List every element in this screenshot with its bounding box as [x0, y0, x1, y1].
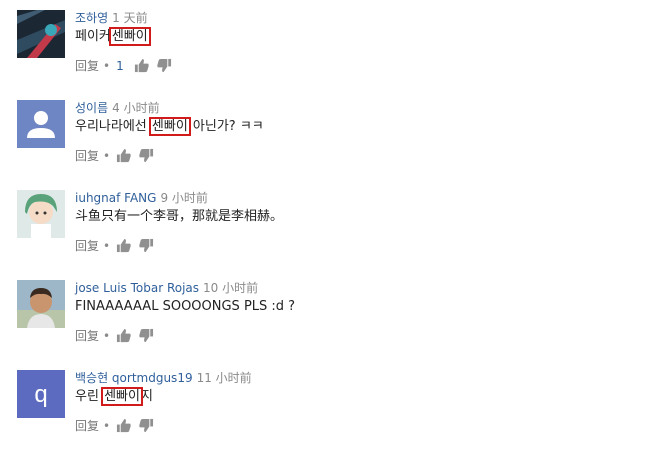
comment-meta: iuhgnaf FANG 9 小时前 [75, 190, 208, 206]
comment-meta: 조하영 1 天前 [75, 10, 148, 26]
comment-actions: 回复 • [75, 326, 162, 344]
like-count: 1 [116, 58, 124, 73]
author-name[interactable]: 성이름 [75, 101, 108, 115]
separator-dot: • [103, 148, 111, 163]
reply-button[interactable]: 回复 [75, 417, 99, 435]
thumbs-down-icon[interactable] [139, 328, 154, 343]
avatar[interactable] [17, 100, 65, 148]
comment-item: q 백승현 qortmdgus19 11 小时前 우린 센빠이지 回复 • [0, 370, 669, 460]
comment-meta: 백승현 qortmdgus19 11 小时前 [75, 370, 252, 386]
author-name[interactable]: iuhgnaf FANG [75, 191, 156, 205]
timestamp[interactable]: 10 小时前 [203, 281, 258, 295]
comment-text-part: 斗鱼只有一个李哥，那就是李相赫。 [75, 209, 284, 224]
timestamp[interactable]: 11 小时前 [197, 371, 252, 385]
comment-text: 페이커센빠이 [75, 27, 151, 46]
author-name[interactable]: 백승현 qortmdgus19 [75, 371, 193, 385]
separator-dot: • [103, 328, 111, 343]
separator-dot: • [103, 418, 111, 433]
comment-text-part: FINAAAAAAL SOOOONGS PLS :d ? [75, 299, 296, 314]
reply-button[interactable]: 回复 [75, 57, 99, 75]
comment-text-part: 지 [140, 389, 153, 404]
comment-text-part: 아닌가? ㅋㅋ [188, 119, 264, 134]
comment-meta: 성이름 4 小时前 [75, 100, 160, 116]
comment-actions: 回复 • 1 [75, 56, 180, 74]
comment-actions: 回复 • [75, 146, 162, 164]
thumbs-up-icon[interactable] [134, 58, 149, 73]
thumbs-down-icon[interactable] [139, 418, 154, 433]
timestamp[interactable]: 1 天前 [112, 11, 147, 25]
reply-button[interactable]: 回复 [75, 237, 99, 255]
highlighted-word: 센빠이 [148, 117, 191, 136]
comment-text: 우린 센빠이지 [75, 387, 153, 406]
highlighted-word: 센빠이 [101, 387, 143, 406]
author-name[interactable]: 조하영 [75, 11, 108, 25]
thumbs-down-icon[interactable] [139, 238, 154, 253]
comment-item: jose Luis Tobar Rojas 10 小时前 FINAAAAAAL S… [0, 280, 669, 370]
highlighted-word: 센빠이 [108, 27, 151, 46]
avatar[interactable]: q [17, 370, 65, 418]
thumbs-up-icon[interactable] [116, 328, 131, 343]
avatar[interactable] [17, 10, 65, 58]
thumbs-down-icon[interactable] [157, 58, 172, 73]
comment-actions: 回复 • [75, 416, 162, 434]
timestamp[interactable]: 4 小时前 [112, 101, 159, 115]
comment-text: 우리나라에선 센빠이 아닌가? ㅋㅋ [75, 117, 264, 136]
thumbs-up-icon[interactable] [116, 418, 131, 433]
comment-text: 斗鱼只有一个李哥，那就是李相赫。 [75, 208, 283, 226]
comment-item: 성이름 4 小时前 우리나라에선 센빠이 아닌가? ㅋㅋ 回复 • [0, 100, 669, 190]
avatar-letter: q [34, 381, 47, 408]
comment-text-part: 우리나라에선 [75, 119, 151, 134]
avatar[interactable] [17, 190, 65, 238]
thumbs-up-icon[interactable] [116, 148, 131, 163]
comment-text-part: 페이커 [75, 29, 111, 44]
reply-button[interactable]: 回复 [75, 147, 99, 165]
reply-button[interactable]: 回复 [75, 327, 99, 345]
timestamp[interactable]: 9 小时前 [160, 191, 207, 205]
comment-actions: 回复 • [75, 236, 162, 254]
comment-item: 조하영 1 天前 페이커센빠이 回复 • 1 [0, 10, 669, 100]
comment-text-part: 우린 [75, 389, 104, 404]
thumbs-down-icon[interactable] [139, 148, 154, 163]
comment-meta: jose Luis Tobar Rojas 10 小时前 [75, 280, 258, 296]
comment-item: iuhgnaf FANG 9 小时前 斗鱼只有一个李哥，那就是李相赫。 回复 • [0, 190, 669, 280]
thumbs-up-icon[interactable] [116, 238, 131, 253]
author-name[interactable]: jose Luis Tobar Rojas [75, 281, 199, 295]
separator-dot: • [103, 58, 111, 73]
comment-text: FINAAAAAAL SOOOONGS PLS :d ? [75, 298, 295, 316]
avatar[interactable] [17, 280, 65, 328]
separator-dot: • [103, 238, 111, 253]
